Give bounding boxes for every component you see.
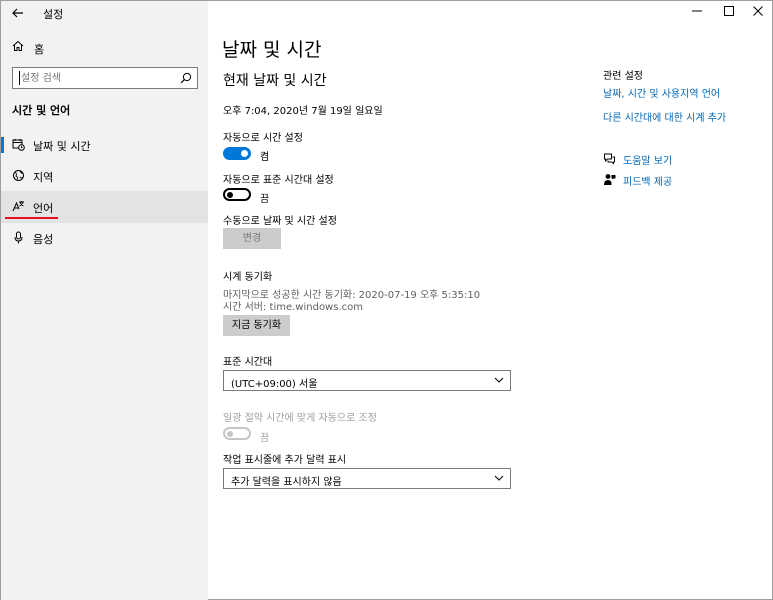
chevron-down-icon (494, 377, 504, 383)
selected-indicator (1, 137, 4, 153)
minimize-button[interactable] (682, 3, 712, 21)
close-icon (753, 6, 763, 16)
sidebar-item-label: 날짜 및 시간 (33, 140, 91, 153)
sync-title: 시계 동기화 (223, 272, 273, 283)
taskbar-calendar-value: 추가 달력을 표시하지 않음 (231, 477, 342, 488)
globe-icon (13, 170, 24, 181)
maximize-icon (724, 6, 734, 16)
nav-home[interactable]: 홈 (1, 37, 208, 59)
manual-set-label: 수동으로 날짜 및 시간 설정 (223, 216, 337, 227)
auto-timezone-toggle[interactable] (223, 188, 251, 201)
taskbar-calendar-select[interactable]: 추가 달력을 표시하지 않음 (223, 468, 511, 489)
timezone-value: (UTC+09:00) 서울 (231, 379, 318, 390)
sidebar-item-region[interactable]: 지역 (1, 160, 208, 192)
back-button[interactable] (7, 3, 29, 23)
auto-timezone-label: 자동으로 표준 시간대 설정 (223, 175, 334, 186)
change-button[interactable]: 변경 (223, 228, 281, 249)
current-datetime: 오후 7:04, 2020년 7월 19일 일요일 (223, 106, 383, 117)
taskbar-calendar-label: 작업 표시줄에 추가 달력 표시 (223, 455, 347, 466)
calendar-clock-icon (12, 139, 25, 151)
search-input[interactable] (21, 68, 181, 88)
close-button[interactable] (743, 3, 773, 21)
toggle-knob (241, 150, 248, 157)
section-heading: 현재 날짜 및 시간 (223, 73, 327, 89)
sidebar-item-date-time[interactable]: 날짜 및 시간 (1, 129, 208, 161)
home-icon (12, 40, 24, 51)
dst-toggle[interactable] (223, 427, 251, 440)
link-date-time-region[interactable]: 날짜, 시간 및 사용지역 언어 (603, 85, 720, 100)
search-icon[interactable] (180, 72, 192, 84)
section-title: 시간 및 언어 (12, 104, 71, 117)
link-add-clocks[interactable]: 다른 시간대에 대한 시계 추가 (603, 109, 726, 124)
language-icon (12, 201, 24, 212)
settings-window: 설정 홈 시간 및 언어 날짜 및 시간 (0, 0, 773, 600)
auto-timezone-state: 끔 (260, 194, 270, 205)
timezone-label: 표준 시간대 (223, 357, 273, 368)
sidebar-item-label: 언어 (33, 202, 54, 215)
dst-state: 끔 (260, 433, 270, 444)
back-arrow-icon (12, 8, 23, 18)
main-content: 날짜 및 시간 현재 날짜 및 시간 오후 7:04, 2020년 7월 19일… (208, 1, 772, 599)
help-label: 도움말 보기 (623, 156, 673, 167)
minimize-icon (692, 10, 702, 12)
chevron-down-icon (494, 475, 504, 481)
search-box[interactable] (12, 67, 198, 89)
maximize-button[interactable] (714, 3, 744, 21)
toggle-knob (227, 430, 233, 437)
timezone-select[interactable]: (UTC+09:00) 서울 (223, 370, 511, 391)
sidebar: 설정 홈 시간 및 언어 날짜 및 시간 (1, 1, 208, 600)
auto-time-state: 켬 (260, 152, 270, 163)
help-chat-icon (604, 153, 615, 165)
feedback-person-icon (604, 174, 616, 185)
app-title: 설정 (43, 8, 64, 21)
sidebar-item-label: 지역 (33, 171, 54, 184)
nav-home-label: 홈 (34, 43, 45, 56)
text-caret (19, 71, 20, 85)
time-server-text: 시간 서버: time.windows.com (223, 302, 363, 313)
sync-now-button[interactable]: 지금 동기화 (223, 315, 290, 336)
toggle-knob (227, 191, 233, 198)
auto-time-label: 자동으로 시간 설정 (223, 133, 303, 144)
dst-label: 일광 절약 시간에 맞게 자동으로 조정 (223, 413, 377, 424)
sidebar-item-label: 음성 (33, 233, 54, 246)
page-title: 날짜 및 시간 (222, 39, 322, 61)
feedback-label: 피드백 제공 (623, 177, 673, 188)
sidebar-item-speech[interactable]: 음성 (1, 222, 208, 254)
related-settings-title: 관련 설정 (603, 71, 643, 82)
auto-time-toggle[interactable] (223, 147, 251, 160)
red-underline-annotation (5, 217, 58, 219)
microphone-icon (14, 231, 23, 244)
